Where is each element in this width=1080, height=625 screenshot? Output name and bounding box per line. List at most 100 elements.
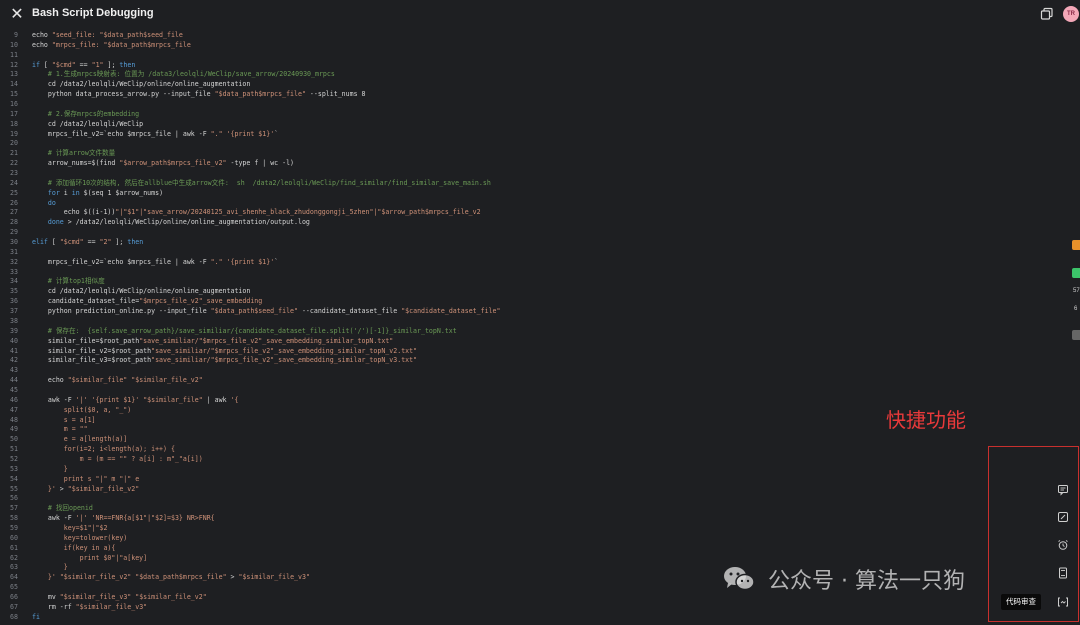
code-line: 13 # 1.生成mrpcs映射表: 位置为 /data3/leolqli/We… xyxy=(0,70,1000,80)
line-text xyxy=(18,268,32,278)
line-number: 58 xyxy=(10,514,18,523)
line-number: 50 xyxy=(10,435,18,444)
line-text: python data_process_arrow.py --input_fil… xyxy=(32,90,366,99)
line-text: # 找回openid xyxy=(32,504,93,513)
line-text: awk -F '|' 'NR==FNR{a[$1"|"$2]=$3} NR>FN… xyxy=(32,514,215,523)
code-line: 19 mrpcs_file_v2=`echo $mrpcs_file | awk… xyxy=(0,130,1000,140)
code-line: 47 split($0, a, "_") xyxy=(0,406,1000,416)
line-number: 43 xyxy=(10,366,18,375)
line-text xyxy=(18,139,32,149)
line-number: 56 xyxy=(10,494,18,503)
comment-icon[interactable] xyxy=(1055,482,1071,498)
line-number: 32 xyxy=(10,257,18,266)
line-text xyxy=(18,583,32,593)
close-icon[interactable]: ✕ xyxy=(8,6,26,24)
code-line: 29 xyxy=(0,228,1000,238)
code-line: 48 s = a[1] xyxy=(0,416,1000,426)
line-number: 15 xyxy=(10,90,18,99)
line-text: e = a[length(a)] xyxy=(32,435,128,444)
code-line: 58 awk -F '|' 'NR==FNR{a[$1"|"$2]=$3} NR… xyxy=(0,514,1000,524)
code-editor[interactable]: 9 echo "seed_file: "$data_path$seed_file 1… xyxy=(0,31,1000,625)
code-line: 33 xyxy=(0,268,1000,278)
code-line: 46 awk -F '|' '{print $1}' "$similar_fil… xyxy=(0,396,1000,406)
line-number: 64 xyxy=(10,573,18,582)
line-text: } xyxy=(32,563,68,572)
code-line: 38 xyxy=(0,317,1000,327)
line-text: arrow_nums=$(find "$arrow_path$mrpcs_fil… xyxy=(32,159,295,168)
edit-icon[interactable] xyxy=(1055,509,1071,525)
code-line: 51 for(i=2; i<length(a); i++) { xyxy=(0,445,1000,455)
line-text: echo $((i-1))"|"$1"|"save_arrow/20240125… xyxy=(32,208,481,217)
line-text: cd /data2/leolqli/WeClip/online/online_a… xyxy=(32,287,251,296)
line-text: fi xyxy=(32,612,40,621)
code-line: 34 # 计算top1相似度 xyxy=(0,277,1000,287)
line-number: 22 xyxy=(10,159,18,168)
line-number: 68 xyxy=(10,612,18,621)
avatar[interactable]: TR xyxy=(1063,6,1079,22)
line-text: candidate_dataset_file="$mrpcs_file_v2"_… xyxy=(32,297,263,306)
line-text: cd /data2/leolqli/WeClip xyxy=(32,119,144,128)
code-line: 52 m = (m == "" ? a[i] : m"_"a[i]) xyxy=(0,455,1000,465)
line-text xyxy=(18,494,32,504)
code-review-tooltip: 代码审查 xyxy=(1001,594,1041,610)
line-text: print $0"|"a[key] xyxy=(32,553,148,562)
line-text: mv "$similar_file_v3" "$similar_file_v2" xyxy=(32,592,207,601)
line-text xyxy=(18,248,32,258)
code-line: 20 xyxy=(0,139,1000,149)
copy-icon[interactable] xyxy=(1040,7,1054,21)
line-number: 63 xyxy=(10,563,18,572)
line-number: 47 xyxy=(10,405,18,414)
green-tag-icon[interactable] xyxy=(1072,268,1080,278)
line-number: 9 xyxy=(14,31,18,39)
line-number: 66 xyxy=(10,592,18,601)
code-line: 32 mrpcs_file_v2=`echo $mrpcs_file | awk… xyxy=(0,258,1000,268)
alarm-icon[interactable] xyxy=(1055,537,1071,553)
code-line: 56 xyxy=(0,494,1000,504)
code-line: 42 similar_file_v3=$root_path"save_simil… xyxy=(0,356,1000,366)
quick-functions-annotation: 快捷功能 xyxy=(886,408,966,432)
code-line: 36 candidate_dataset_file="$mrpcs_file_v… xyxy=(0,297,1000,307)
line-number: 10 xyxy=(10,40,18,49)
line-number: 20 xyxy=(10,139,18,148)
line-number: 23 xyxy=(10,169,18,178)
line-text: # 计算top1相似度 xyxy=(32,277,105,286)
code-line: 18 cd /data2/leolqli/WeClip xyxy=(0,120,1000,130)
line-text: }' "$similar_file_v2" "$data_path$mrpcs_… xyxy=(32,573,310,582)
code-line: 54 print s "|" m "|" e xyxy=(0,475,1000,485)
line-text: # 1.生成mrpcs映射表: 位置为 /data3/leolqli/WeCli… xyxy=(32,70,335,79)
line-text: do xyxy=(47,198,56,207)
window-title: Bash Script Debugging xyxy=(32,7,154,19)
line-text: m = "" xyxy=(32,425,88,434)
line-number: 17 xyxy=(10,109,18,118)
code-line: 30 elif [ "$cmd" == "2" ]; then xyxy=(0,238,1000,248)
orange-tag-icon[interactable] xyxy=(1072,240,1080,250)
code-line: 24 # 添加循环10次的结构, 然后在allblue中生成arrow文件: s… xyxy=(0,179,1000,189)
line-number: 57 xyxy=(10,504,18,513)
line-text: mrpcs_file_v2=`echo $mrpcs_file | awk -F… xyxy=(32,129,279,138)
camera-icon[interactable] xyxy=(1072,330,1080,340)
line-number: 45 xyxy=(10,385,18,394)
title-bar: ✕ Bash Script Debugging TR xyxy=(0,0,1080,28)
line-text: awk -F '|' '{print $1}' "$similar_file" … xyxy=(32,395,239,404)
line-number: 60 xyxy=(10,533,18,542)
code-line: 57 # 找回openid xyxy=(0,504,1000,514)
line-text: split($0, a, "_") xyxy=(32,405,132,414)
edge-count-2: 6 xyxy=(1074,306,1078,312)
line-text: if [ "$cmd" == "1" ]; then xyxy=(32,60,136,69)
code-line: 23 xyxy=(0,169,1000,179)
line-text: python prediction_online.py --input_file… xyxy=(32,307,501,316)
line-number: 27 xyxy=(10,208,18,217)
code-review-icon[interactable] xyxy=(1055,594,1071,610)
line-text: similar_file=$root_path"save_similiar/"$… xyxy=(32,336,394,345)
line-number: 14 xyxy=(10,80,18,89)
line-text: print s "|" m "|" e xyxy=(32,474,140,483)
code-line: 45 xyxy=(0,386,1000,396)
code-line: 53 } xyxy=(0,465,1000,475)
line-text: # 添加循环10次的结构, 然后在allblue中生成arrow文件: sh /… xyxy=(32,178,491,187)
line-number: 40 xyxy=(10,336,18,345)
line-number: 52 xyxy=(10,454,18,463)
line-text: similar_file_v3=$root_path"save_similiar… xyxy=(32,356,418,365)
code-line: 35 cd /data2/leolqli/WeClip/online/onlin… xyxy=(0,287,1000,297)
book-icon[interactable] xyxy=(1055,565,1071,581)
line-number: 16 xyxy=(10,100,18,109)
